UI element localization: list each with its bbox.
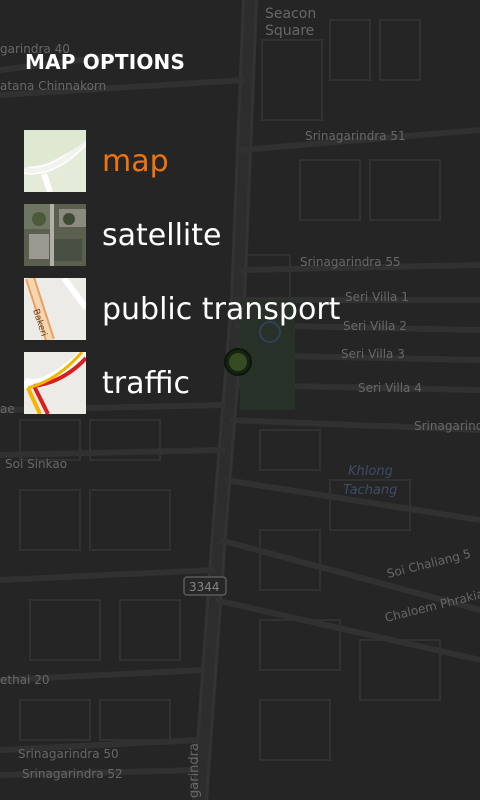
option-label-map: map — [102, 143, 169, 179]
transport-thumbnail-icon: Bakeri — [24, 278, 86, 340]
map-options-list: map satellite Bakeri public transport tr… — [24, 130, 464, 426]
map-thumbnail-icon — [24, 130, 86, 192]
option-traffic[interactable]: traffic — [24, 352, 464, 414]
option-label-public-transport: public transport — [102, 291, 341, 327]
satellite-thumbnail-icon — [24, 204, 86, 266]
map-options-screen: Seacon Square garindra 40 atana Chinnako… — [0, 0, 480, 800]
option-label-satellite: satellite — [102, 217, 222, 253]
page-title: MAP OPTIONS — [25, 50, 186, 74]
option-public-transport[interactable]: Bakeri public transport — [24, 278, 464, 340]
traffic-thumbnail-icon — [24, 352, 86, 414]
option-map[interactable]: map — [24, 130, 464, 192]
option-label-traffic: traffic — [102, 365, 190, 401]
option-satellite[interactable]: satellite — [24, 204, 464, 266]
